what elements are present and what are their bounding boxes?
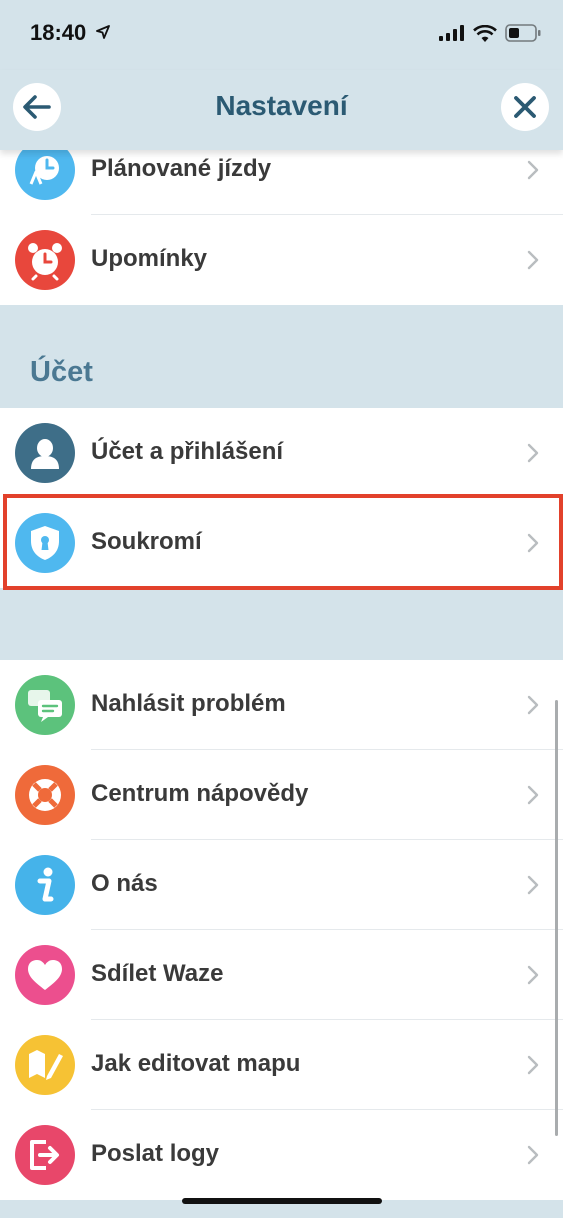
alarm-clock-icon [15, 230, 75, 290]
heart-icon [15, 945, 75, 1005]
help-center-icon [15, 765, 75, 825]
list-item-send-logs[interactable]: Poslat logy [0, 1110, 563, 1200]
settings-list-support: Nahlásit problém Centrum nápovědy O nás [0, 660, 563, 1200]
map-edit-icon [15, 1035, 75, 1095]
list-item-help-center[interactable]: Centrum nápovědy [0, 750, 563, 840]
scrollbar[interactable] [555, 700, 558, 1136]
settings-list-account: Účet a přihlášení Soukromí [0, 408, 563, 588]
chevron-right-icon [527, 1145, 539, 1165]
close-button[interactable] [501, 83, 549, 131]
list-item-reminders[interactable]: Upomínky [0, 215, 563, 305]
battery-icon [505, 24, 541, 42]
list-item-label: Účet a přihlášení [91, 438, 284, 465]
list-item-label: Plánované jízdy [91, 155, 272, 182]
list-item-label: O nás [91, 870, 158, 897]
list-item-label: Sdílet Waze [91, 960, 224, 987]
cellular-signal-icon [439, 25, 464, 41]
chevron-right-icon [527, 875, 539, 895]
list-item-privacy[interactable]: Soukromí [0, 498, 563, 588]
user-account-icon [15, 423, 75, 483]
list-item-label: Jak editovat mapu [91, 1050, 301, 1077]
list-item-share-waze[interactable]: Sdílet Waze [0, 930, 563, 1020]
info-icon [15, 855, 75, 915]
list-item-label: Upomínky [91, 245, 208, 272]
privacy-shield-icon [15, 513, 75, 573]
settings-list-top: Plánované jízdy Upomínky [0, 125, 563, 305]
chevron-right-icon [527, 965, 539, 985]
chevron-right-icon [527, 533, 539, 553]
location-arrow-icon [96, 25, 110, 39]
page-title: Nastavení [215, 90, 348, 121]
wifi-icon [473, 24, 497, 42]
list-item-about[interactable]: O nás [0, 840, 563, 930]
chevron-right-icon [527, 443, 539, 463]
home-indicator[interactable] [182, 1198, 382, 1204]
list-item-edit-map[interactable]: Jak editovat mapu [0, 1020, 563, 1110]
chevron-right-icon [527, 695, 539, 715]
chevron-right-icon [527, 250, 539, 270]
chevron-right-icon [527, 1055, 539, 1075]
list-item-label: Centrum nápovědy [91, 780, 309, 807]
navigation-header: Nastavení [0, 70, 563, 150]
close-icon [514, 96, 536, 118]
list-item-label: Soukromí [91, 528, 202, 555]
chevron-right-icon [527, 785, 539, 805]
list-item-account-login[interactable]: Účet a přihlášení [0, 408, 563, 498]
list-item-report-problem[interactable]: Nahlásit problém [0, 660, 563, 750]
list-item-label: Nahlásit problém [91, 690, 286, 717]
status-time: 18:40 [30, 20, 87, 45]
send-logs-icon [15, 1125, 75, 1185]
chevron-right-icon [527, 160, 539, 180]
section-title-account: Účet [30, 356, 93, 388]
status-bar: 18:40 [0, 0, 563, 70]
list-item-label: Poslat logy [91, 1140, 220, 1167]
report-problem-icon [15, 675, 75, 735]
